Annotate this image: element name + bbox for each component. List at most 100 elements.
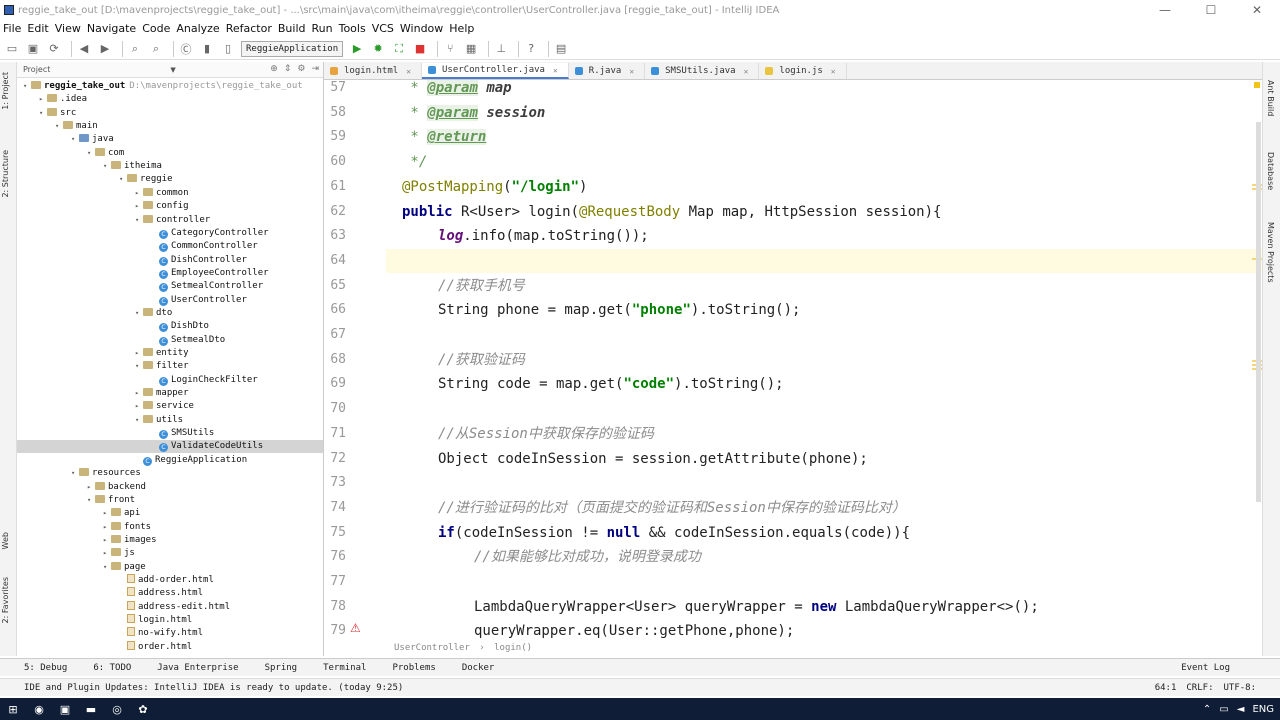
- menu-help[interactable]: Help: [449, 22, 474, 35]
- tree-item[interactable]: ValidateCodeUtils: [17, 440, 323, 454]
- expand-toggle-icon[interactable]: ▸: [135, 187, 143, 200]
- copy-icon[interactable]: ▯: [220, 41, 236, 57]
- tree-item[interactable]: CommonController: [17, 240, 323, 253]
- menu-file[interactable]: File: [3, 22, 21, 35]
- tree-item[interactable]: ▸ common: [17, 187, 323, 200]
- code-line[interactable]: String phone = map.get("phone").toString…: [386, 298, 800, 322]
- tree-item[interactable]: ▾ page: [17, 561, 323, 574]
- menu-vcs[interactable]: VCS: [372, 22, 394, 35]
- expand-toggle-icon[interactable]: ▾: [87, 147, 95, 160]
- menu-code[interactable]: Code: [142, 22, 170, 35]
- code-line[interactable]: //获取手机号: [386, 274, 525, 298]
- tree-item[interactable]: ▾ main: [17, 120, 323, 133]
- code-line[interactable]: //进行验证码的比对（页面提交的验证码和Session中保存的验证码比对）: [386, 496, 906, 520]
- tree-item[interactable]: address.html: [17, 587, 323, 600]
- editor-tab[interactable]: login.js ✕: [759, 63, 847, 79]
- run-config-selector[interactable]: ReggieApplication: [241, 40, 344, 57]
- vcs-icon[interactable]: ⑂: [442, 41, 458, 57]
- explorer-taskbar-icon[interactable]: ▬: [78, 698, 104, 720]
- code-line[interactable]: LambdaQueryWrapper<User> queryWrapper = …: [386, 595, 1039, 619]
- code-line[interactable]: //获取验证码: [386, 348, 525, 372]
- line-separator[interactable]: CRLF:: [1186, 683, 1213, 693]
- coverage-icon[interactable]: ⛶: [391, 41, 407, 57]
- code-line[interactable]: //如果能够比对成功，说明登录成功: [386, 545, 701, 569]
- tree-item[interactable]: EmployeeController: [17, 267, 323, 280]
- bottom-tool-tab[interactable]: Terminal: [323, 663, 366, 673]
- expand-toggle-icon[interactable]: ▾: [39, 107, 47, 120]
- close-tab-icon[interactable]: ✕: [831, 67, 836, 76]
- expand-toggle-icon[interactable]: ▾: [71, 467, 79, 480]
- menu-edit[interactable]: Edit: [27, 22, 48, 35]
- expand-toggle-icon[interactable]: ▸: [135, 387, 143, 400]
- tree-item[interactable]: SetmealController: [17, 280, 323, 293]
- expand-toggle-icon[interactable]: ▾: [135, 360, 143, 373]
- tree-item[interactable]: order.html: [17, 640, 323, 654]
- tree-item[interactable]: ▾ front: [17, 494, 323, 507]
- expand-toggle-icon[interactable]: ▾: [23, 80, 31, 93]
- expand-toggle-icon[interactable]: ▾: [103, 160, 111, 173]
- code-line[interactable]: [386, 397, 438, 421]
- tree-item[interactable]: UserController: [17, 294, 323, 307]
- expand-toggle-icon[interactable]: ▸: [135, 347, 143, 360]
- status-message[interactable]: IDE and Plugin Updates: IntelliJ IDEA is…: [24, 683, 403, 693]
- bottom-tool-tab[interactable]: 5: Debug: [24, 663, 67, 673]
- stop-icon[interactable]: ■: [412, 41, 428, 57]
- code-line[interactable]: * @param session: [386, 101, 545, 125]
- code-line[interactable]: log.info(map.toString());: [386, 224, 649, 248]
- sdk-icon[interactable]: ⊥: [493, 41, 509, 57]
- menu-analyze[interactable]: Analyze: [176, 22, 219, 35]
- code-line[interactable]: * @return: [386, 125, 487, 149]
- tree-item[interactable]: DishController: [17, 254, 323, 267]
- expand-toggle-icon[interactable]: ▸: [103, 547, 111, 560]
- input-language[interactable]: ENG: [1252, 704, 1274, 715]
- menu-build[interactable]: Build: [278, 22, 306, 35]
- tree-item[interactable]: ▾ dto: [17, 307, 323, 320]
- tree-item[interactable]: login.html: [17, 614, 323, 627]
- menu-run[interactable]: Run: [312, 22, 333, 35]
- menu-navigate[interactable]: Navigate: [87, 22, 136, 35]
- find-icon[interactable]: ⌕: [127, 41, 143, 57]
- tree-item[interactable]: ▾ itheima: [17, 160, 323, 173]
- project-tool-tab[interactable]: 1: Project: [1, 72, 10, 110]
- current-code-line[interactable]: [386, 248, 1262, 273]
- menu-tools[interactable]: Tools: [339, 22, 366, 35]
- expand-toggle-icon[interactable]: ▾: [135, 414, 143, 427]
- code-line[interactable]: if(codeInSession != null && codeInSessio…: [386, 521, 910, 545]
- open-folder-icon[interactable]: ▭: [4, 41, 20, 57]
- expand-toggle-icon[interactable]: ▸: [103, 534, 111, 547]
- ant-build-tool-tab[interactable]: Ant Build: [1266, 80, 1275, 116]
- code-line[interactable]: String code = map.get("code").toString()…: [386, 372, 784, 396]
- browser-taskbar-icon[interactable]: ◉: [26, 698, 52, 720]
- replace-icon[interactable]: ⌕: [148, 41, 164, 57]
- code-line[interactable]: [386, 471, 438, 495]
- close-tab-icon[interactable]: ✕: [744, 67, 749, 76]
- tree-item[interactable]: ▸ config: [17, 200, 323, 213]
- tree-item[interactable]: ▾ filter: [17, 360, 323, 373]
- menu-window[interactable]: Window: [400, 22, 443, 35]
- expand-toggle-icon[interactable]: ▸: [135, 400, 143, 413]
- chevron-down-icon[interactable]: ▼: [170, 66, 175, 74]
- locate-icon[interactable]: ⊕: [270, 64, 278, 74]
- tree-item[interactable]: ▸ service: [17, 400, 323, 413]
- tree-item[interactable]: ▾ reggie: [17, 173, 323, 186]
- bottom-tool-tab[interactable]: Docker: [462, 663, 495, 673]
- caret-position[interactable]: 64:1: [1155, 683, 1177, 693]
- bottom-tool-tab[interactable]: Spring: [265, 663, 298, 673]
- tree-item[interactable]: ▸ backend: [17, 481, 323, 494]
- code-area[interactable]: * @param map * @param session * @return …: [386, 80, 1262, 640]
- windows-start-icon[interactable]: ⊞: [0, 698, 26, 720]
- tray-expand-icon[interactable]: ⌃: [1203, 704, 1211, 715]
- tree-item[interactable]: ▾ controller: [17, 214, 323, 227]
- breadcrumb-class[interactable]: UserController: [394, 643, 470, 653]
- tree-item[interactable]: CategoryController: [17, 227, 323, 240]
- code-line[interactable]: //从Session中获取保存的验证码: [386, 422, 654, 446]
- collapse-all-icon[interactable]: ⇕: [284, 64, 292, 74]
- expand-toggle-icon[interactable]: ▾: [119, 173, 127, 186]
- project-view-selector[interactable]: Project: [23, 65, 50, 74]
- hide-icon[interactable]: ⇥: [311, 64, 319, 74]
- code-line[interactable]: Object codeInSession = session.getAttrib…: [386, 447, 868, 471]
- tree-item[interactable]: address-edit.html: [17, 600, 323, 614]
- expand-toggle-icon[interactable]: ▾: [135, 307, 143, 320]
- save-icon[interactable]: ▣: [25, 41, 41, 57]
- class-icon[interactable]: Ⓒ: [178, 41, 194, 57]
